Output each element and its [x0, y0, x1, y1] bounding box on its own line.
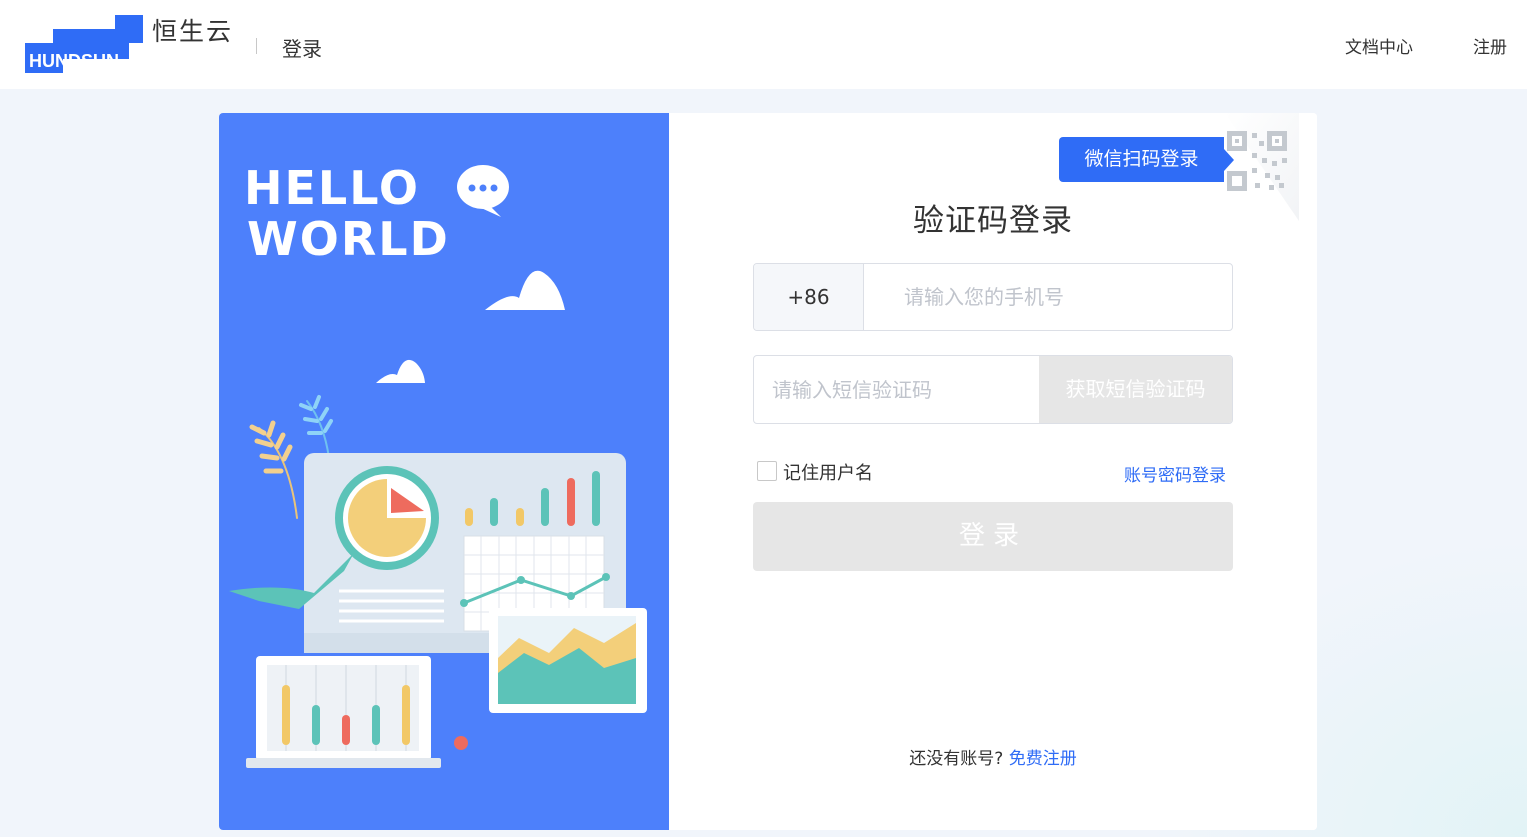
top-header: HUNDSUN 恒生云 登录 文档中心 注册 [0, 0, 1527, 89]
header-page-label: 登录 [282, 37, 322, 61]
dashboard-illustration: HELLO WORLD [229, 161, 647, 768]
nav-docs-link[interactable]: 文档中心 [1345, 33, 1413, 58]
illustration-panel: HELLO WORLD [219, 113, 669, 830]
candle-chart-card [246, 656, 441, 768]
hundsun-logo[interactable]: HUNDSUN [25, 15, 145, 75]
country-code-select[interactable]: +86 [754, 264, 864, 330]
form-title: 验证码登录 [913, 203, 1073, 239]
chat-bubble-icon [457, 165, 509, 217]
hello-text: HELLO [244, 161, 420, 215]
area-chart-card [489, 608, 647, 713]
nav-register-link[interactable]: 注册 [1473, 33, 1507, 58]
brand-name: 恒生云 [152, 17, 234, 46]
phone-field-group: +86 [753, 263, 1233, 331]
remember-checkbox[interactable] [757, 461, 777, 481]
free-register-link[interactable]: 免费注册 [1009, 749, 1077, 769]
header-divider [256, 38, 257, 54]
login-card: HELLO WORLD 微信扫码登录 验证码登录 +86 请输入您的手机号 请输… [219, 113, 1317, 830]
no-account-note: 还没有账号? 免费注册 [669, 744, 1317, 769]
no-account-text: 还没有账号? [909, 749, 1004, 769]
password-login-link[interactable]: 账号密码登录 [1124, 461, 1226, 486]
sms-field-group: 获取短信验证码 [753, 355, 1233, 424]
wechat-scan-login-tag[interactable]: 微信扫码登录 [1059, 137, 1234, 182]
sms-code-input[interactable] [754, 356, 1038, 423]
login-button[interactable]: 登录 [753, 502, 1233, 571]
phone-input[interactable] [864, 264, 1224, 330]
world-text: WORLD [247, 212, 450, 266]
logo-text: HUNDSUN [29, 51, 119, 71]
cloud-icon [485, 270, 565, 310]
get-sms-code-button[interactable]: 获取短信验证码 [1039, 356, 1232, 423]
remember-label: 记住用户名 [783, 463, 873, 484]
cloud-icon [376, 359, 425, 383]
